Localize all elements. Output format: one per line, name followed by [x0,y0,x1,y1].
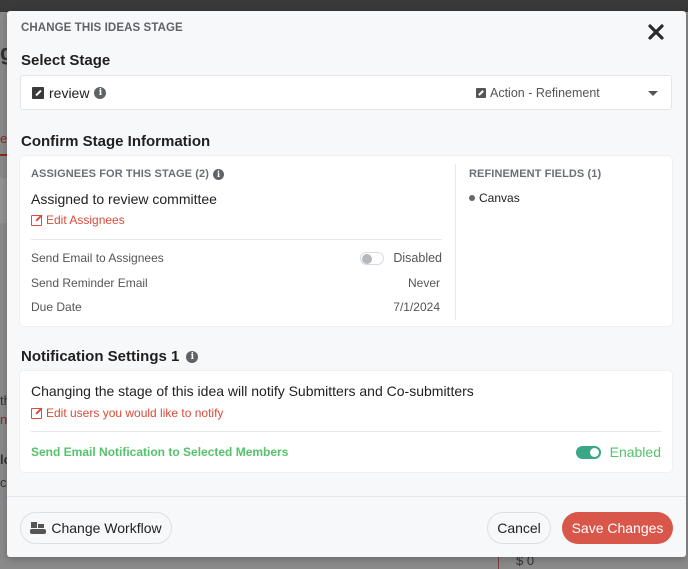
divider [31,431,661,432]
selected-stage-name: review [49,85,90,101]
notification-settings-title: Notification Settings 1 i [21,348,199,365]
row-label: Send Reminder Email [31,276,148,290]
confirm-stage-title: Confirm Stage Information [21,133,211,150]
select-stage-title: Select Stage [21,52,111,69]
background-divider [498,557,499,569]
change-workflow-label: Change Workflow [51,520,162,536]
notification-card: Changing the stage of this idea will not… [20,371,672,472]
edit-assignees-label: Edit Assignees [46,213,125,227]
background-band [0,178,7,223]
edit-square-icon [32,87,44,99]
edit-icon [31,407,42,419]
divider [31,239,442,240]
assigned-text: Assigned to review committee [31,191,217,207]
footer-divider [7,496,686,497]
toggle-state-label: Enabled [609,444,661,460]
row-value: Never [407,276,440,290]
send-email-notification-toggle[interactable] [575,445,601,459]
edit-notify-users-label: Edit users you would like to notify [46,406,224,420]
cancel-button[interactable]: Cancel [487,512,551,544]
chevron-down-icon [648,91,658,96]
row-value: 7/1/2024 [393,300,440,314]
save-changes-button[interactable]: Save Changes [562,512,673,544]
assignees-column: ASSIGNEES FOR THIS STAGE (2) i Assigned … [20,156,455,326]
change-workflow-button[interactable]: Change Workflow [20,512,172,544]
send-email-notification-label: Send Email Notification to Selected Memb… [31,445,289,459]
info-icon[interactable]: i [213,168,225,180]
toggle-state-label: Disabled [393,251,442,265]
edit-assignees-link[interactable]: Edit Assignees [31,213,125,227]
refinement-header: REFINEMENT FIELDS (1) [469,168,602,180]
refinement-field-item: Canvas [469,191,520,205]
stage-select-dropdown[interactable]: review i Action - Refinement [20,75,672,110]
notification-description: Changing the stage of this idea will not… [31,383,474,399]
due-date-row: Due Date 7/1/2024 [31,300,442,314]
assignees-header: ASSIGNEES FOR THIS STAGE (2) [31,168,210,180]
send-reminder-row: Send Reminder Email Never [31,276,442,290]
send-email-assignees-toggle[interactable] [360,251,385,265]
row-label: Due Date [31,300,82,314]
background-fragment: c [0,475,7,490]
info-icon[interactable]: i [94,87,107,99]
stage-info-card: ASSIGNEES FOR THIS STAGE (2) i Assigned … [20,156,672,326]
edit-square-icon [476,88,486,98]
close-icon [648,24,664,40]
refinement-column: REFINEMENT FIELDS (1) Canvas [456,156,672,326]
row-label: Send Email to Assignees [31,251,164,265]
conveyor-belt-icon [30,521,47,535]
notification-settings-label: Notification Settings 1 [21,348,180,365]
edit-notify-users-link[interactable]: Edit users you would like to notify [31,406,223,420]
stage-type: Action - Refinement [490,86,600,100]
background-underline [0,154,7,156]
info-icon[interactable]: i [186,350,199,363]
modal-eyebrow: CHANGE THIS IDEAS STAGE [21,22,183,34]
send-email-assignees-row: Send Email to Assignees Disabled [31,251,442,265]
change-stage-modal: CHANGE THIS IDEAS STAGE Select Stage rev… [7,11,686,557]
edit-icon [31,214,42,226]
bullet-icon [469,195,475,201]
refinement-field-label: Canvas [479,191,520,205]
send-email-notification-row: Send Email Notification to Selected Memb… [31,444,661,460]
close-button[interactable] [646,22,666,42]
